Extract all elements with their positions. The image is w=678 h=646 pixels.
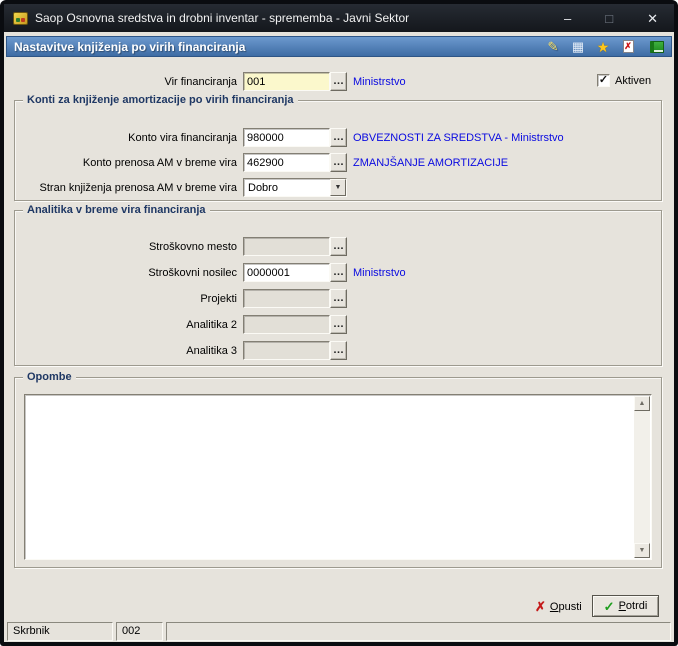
stroskovno-mesto-row: Stroškovno mesto … (4, 237, 353, 256)
edit-icon[interactable]: ✎ (545, 39, 561, 55)
maximize-icon[interactable]: □ (605, 12, 613, 25)
window-frame: Saop Osnovna sredstva in drobni inventar… (0, 0, 678, 646)
konto-vira-lookup-button[interactable]: … (330, 128, 347, 147)
konto-prenosa-desc: ZMANJŠANJE AMORTIZACIJE (353, 156, 509, 169)
stroskovni-nosilec-input[interactable] (243, 263, 330, 282)
group-analitika-title: Analitika v breme vira financiranja (23, 203, 210, 218)
analitika-2-label: Analitika 2 (186, 318, 237, 331)
potrdi-button-label: Potrdi (618, 600, 648, 612)
scroll-down-icon[interactable]: ▼ (634, 543, 650, 558)
scroll-up-icon[interactable]: ▲ (634, 396, 650, 411)
aktiven-checkbox[interactable]: ✓ (597, 74, 610, 87)
konto-prenosa-lookup-button[interactable]: … (330, 153, 347, 172)
page-title: Nastavitve knjiženja po virih financiran… (14, 39, 246, 54)
stroskovno-mesto-label: Stroškovno mesto (148, 240, 237, 253)
window-controls: – □ ✕ (564, 12, 674, 25)
vir-financiranja-lookup-button[interactable]: … (330, 72, 347, 91)
grid-icon[interactable]: ▦ (570, 39, 586, 55)
status-info (166, 622, 671, 641)
document-red-x-icon[interactable]: ✗ (620, 39, 636, 55)
opusti-button-label: Opusti (549, 600, 582, 613)
group-konti-title: Konti za knjiženje amortizacije po virih… (23, 93, 298, 108)
konto-vira-desc: OBVEZNOSTI ZA SREDSTVA - Ministrstvo (353, 131, 564, 144)
stran-knjizenja-label: Stran knjiženja prenosa AM v breme vira (39, 181, 237, 194)
stroskovni-nosilec-lookup-button[interactable]: … (330, 263, 347, 282)
red-x-glyph: ✗ (624, 41, 632, 51)
favorites-star-icon[interactable]: ★ (595, 39, 611, 55)
stroskovno-mesto-input[interactable] (243, 237, 330, 256)
confirm-check-icon: ✓ (603, 598, 615, 614)
potrdi-button[interactable]: ✓ Potrdi (592, 595, 659, 617)
projekti-lookup-button[interactable]: … (330, 289, 347, 308)
status-user: Skrbnik (7, 622, 113, 641)
app-icon (13, 11, 28, 25)
analitika-3-label: Analitika 3 (186, 344, 237, 357)
stran-knjizenja-dropdown[interactable]: Dobro ▼ (243, 178, 347, 197)
status-code: 002 (116, 622, 163, 641)
dropdown-arrow-icon[interactable]: ▼ (330, 179, 346, 196)
vir-financiranja-input[interactable] (243, 72, 330, 91)
stran-knjizenja-row: Stran knjiženja prenosa AM v breme vira … (4, 178, 347, 197)
opombe-textarea[interactable] (27, 397, 632, 557)
stroskovni-nosilec-label: Stroškovni nosilec (148, 266, 237, 279)
document-shape: ✗ (622, 40, 634, 53)
header-toolbar: ✎ ▦ ★ ✗ (545, 39, 664, 55)
stroskovni-nosilec-row: Stroškovni nosilec … Ministrstvo (4, 263, 406, 282)
analitika-3-lookup-button[interactable]: … (330, 341, 347, 360)
minimize-icon[interactable]: – (564, 12, 571, 25)
vir-financiranja-label: Vir financiranja (164, 75, 237, 88)
aktiven-checkbox-row: ✓ Aktiven (597, 74, 651, 87)
analitika-2-input[interactable] (243, 315, 330, 334)
analitika-2-row: Analitika 2 … (4, 315, 353, 334)
memo-scrollbar[interactable]: ▲ ▼ (634, 396, 650, 558)
header-bar: Nastavitve knjiženja po virih financiran… (6, 36, 672, 57)
stroskovni-nosilec-desc: Ministrstvo (353, 266, 406, 279)
stroskovno-mesto-lookup-button[interactable]: … (330, 237, 347, 256)
konto-vira-input[interactable] (243, 128, 330, 147)
projekti-label: Projekti (200, 292, 237, 305)
vir-financiranja-desc: Ministrstvo (353, 75, 406, 88)
projekti-input[interactable] (243, 289, 330, 308)
konto-vira-label: Konto vira financiranja (128, 131, 237, 144)
green-book-icon[interactable] (650, 40, 664, 53)
group-opombe-title: Opombe (23, 370, 76, 385)
analitika-2-lookup-button[interactable]: … (330, 315, 347, 334)
opusti-button[interactable]: ✗ Opusti (531, 596, 586, 617)
checkmark-icon: ✓ (598, 74, 609, 86)
titlebar: Saop Osnovna sredstva in drobni inventar… (4, 4, 674, 32)
analitika-3-input[interactable] (243, 341, 330, 360)
window-title: Saop Osnovna sredstva in drobni inventar… (35, 11, 410, 25)
konto-vira-row: Konto vira financiranja … OBVEZNOSTI ZA … (4, 128, 564, 147)
opombe-memo-wrap: ▲ ▼ (24, 394, 652, 560)
window: Saop Osnovna sredstva in drobni inventar… (4, 4, 674, 642)
projekti-row: Projekti … (4, 289, 353, 308)
close-icon[interactable]: ✕ (647, 12, 658, 25)
analitika-3-row: Analitika 3 … (4, 341, 353, 360)
konto-prenosa-label: Konto prenosa AM v breme vira (82, 156, 237, 169)
konto-prenosa-input[interactable] (243, 153, 330, 172)
stran-knjizenja-value: Dobro (248, 181, 278, 194)
aktiven-label: Aktiven (615, 74, 652, 87)
konto-prenosa-row: Konto prenosa AM v breme vira … ZMANJŠAN… (4, 153, 508, 172)
cancel-x-icon: ✗ (535, 599, 546, 614)
vir-financiranja-row: Vir financiranja … Ministrstvo (4, 72, 406, 91)
